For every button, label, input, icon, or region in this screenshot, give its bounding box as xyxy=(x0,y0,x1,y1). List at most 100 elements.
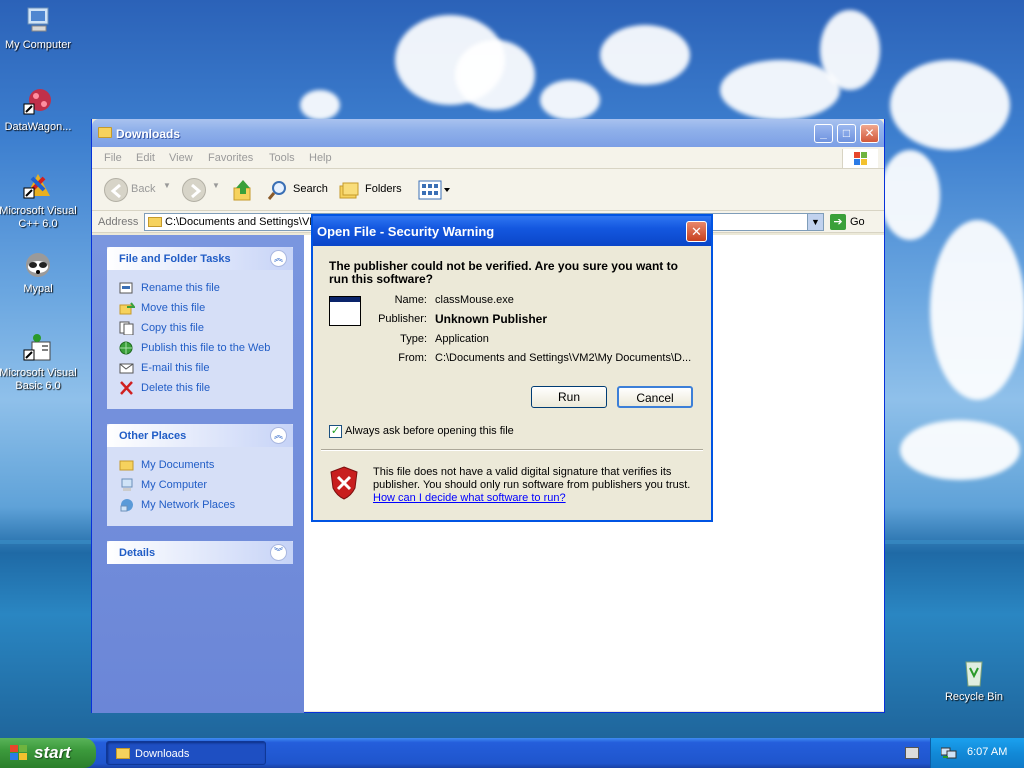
desktop-icon-visual-basic[interactable]: Microsoft Visual Basic 6.0 xyxy=(0,332,78,393)
rename-icon xyxy=(119,281,135,295)
window-title: Downloads xyxy=(116,127,181,141)
keyboard-icon[interactable] xyxy=(905,747,919,759)
start-button[interactable]: start xyxy=(0,738,96,768)
close-button[interactable]: ✕ xyxy=(860,124,879,143)
security-warning-dialog: Open File - Security Warning ✕ The publi… xyxy=(311,214,713,522)
folder-icon xyxy=(116,748,130,759)
place-my-documents[interactable]: My Documents xyxy=(119,458,214,472)
task-pane: File and Folder Tasks ︽ Rename this file… xyxy=(92,235,304,713)
desktop-icon-label: My Computer xyxy=(4,39,72,51)
menu-edit[interactable]: Edit xyxy=(136,152,155,164)
folders-button[interactable]: Folders xyxy=(365,183,402,195)
panel-title: Details xyxy=(119,547,156,559)
folder-icon xyxy=(119,458,135,472)
other-places-header[interactable]: Other Places ︽ xyxy=(107,424,293,447)
network-icon xyxy=(119,498,135,512)
address-value: C:\Documents and Settings\VM xyxy=(165,216,319,228)
computer-icon xyxy=(22,4,54,36)
menu-tools[interactable]: Tools xyxy=(269,152,295,164)
other-places-panel: Other Places ︽ My Documents My Computer … xyxy=(107,424,293,526)
go-button[interactable]: ➔ Go xyxy=(830,214,865,230)
go-label: Go xyxy=(850,215,865,228)
computer-icon xyxy=(119,478,135,492)
details-panel: Details ︾ xyxy=(107,541,293,564)
run-button[interactable]: Run xyxy=(531,386,607,408)
minimize-button[interactable]: _ xyxy=(814,124,833,143)
security-shield-icon xyxy=(329,466,359,500)
task-rename[interactable]: Rename this file xyxy=(119,281,220,295)
details-header[interactable]: Details ︾ xyxy=(107,541,293,564)
desktop-icon-mypal[interactable]: Mypal xyxy=(0,248,78,296)
folder-icon xyxy=(98,127,112,138)
search-button[interactable]: Search xyxy=(293,183,328,195)
datawagon-icon xyxy=(22,86,54,118)
desktop-icon-label: Recycle Bin xyxy=(944,691,1004,703)
menu-favorites[interactable]: Favorites xyxy=(208,152,253,164)
collapse-chevron-icon[interactable]: ︽ xyxy=(270,250,287,267)
start-label: start xyxy=(34,743,71,762)
field-from-value: C:\Documents and Settings\VM2\My Documen… xyxy=(435,352,692,364)
up-folder-icon[interactable] xyxy=(232,178,254,202)
go-arrow-icon: ➔ xyxy=(830,214,846,230)
menu-bar: File Edit View Favorites Tools Help xyxy=(92,147,884,169)
desktop-icon-recycle-bin[interactable]: Recycle Bin xyxy=(934,656,1014,704)
dialog-question: The publisher could not be verified. Are… xyxy=(329,259,678,286)
task-copy[interactable]: Copy this file xyxy=(119,321,204,336)
back-arrow-icon[interactable] xyxy=(104,178,128,202)
back-button[interactable]: Back xyxy=(131,183,155,195)
taskbar-item-label: Downloads xyxy=(135,748,190,760)
task-publish[interactable]: Publish this file to the Web xyxy=(119,341,270,355)
address-label: Address xyxy=(98,216,139,228)
globe-icon xyxy=(119,341,135,355)
help-link[interactable]: How can I decide what software to run? xyxy=(373,492,566,504)
back-dropdown-icon[interactable]: ▼ xyxy=(163,181,171,190)
desktop-icon-datawagon[interactable]: DataWagon... xyxy=(0,86,78,134)
warning-text: This file does not have a valid digital … xyxy=(373,466,691,504)
dialog-title: Open File - Security Warning xyxy=(317,224,495,239)
address-dropdown-icon[interactable]: ▼ xyxy=(807,214,823,230)
collapse-chevron-icon[interactable]: ︽ xyxy=(270,427,287,444)
application-icon xyxy=(329,296,361,326)
menu-file[interactable]: File xyxy=(104,152,122,164)
desktop-icon-my-computer[interactable]: My Computer xyxy=(0,4,78,52)
network-tray-icon[interactable] xyxy=(940,746,957,760)
explorer-titlebar[interactable]: Downloads _ □ ✕ xyxy=(92,119,884,147)
always-ask-checkbox[interactable]: ✓ xyxy=(329,425,342,438)
task-delete[interactable]: Delete this file xyxy=(119,381,210,395)
move-icon xyxy=(119,301,136,315)
dialog-titlebar[interactable]: Open File - Security Warning ✕ xyxy=(313,216,711,246)
file-folder-tasks-header[interactable]: File and Folder Tasks ︽ xyxy=(107,247,293,270)
delete-x-icon xyxy=(119,381,135,395)
visual-cpp-icon xyxy=(22,170,54,202)
task-email[interactable]: E-mail this file xyxy=(119,361,209,375)
place-my-network[interactable]: My Network Places xyxy=(119,498,235,512)
expand-chevron-icon[interactable]: ︾ xyxy=(270,544,287,561)
mypal-icon xyxy=(22,248,54,280)
always-ask-label[interactable]: Always ask before opening this file xyxy=(345,425,514,437)
field-type-value: Application xyxy=(435,333,489,345)
folder-icon xyxy=(148,217,162,227)
windows-logo-icon xyxy=(842,149,878,168)
views-icon[interactable] xyxy=(418,179,452,201)
menu-help[interactable]: Help xyxy=(309,152,332,164)
desktop-icon-label: DataWagon... xyxy=(4,121,72,133)
desktop-icon-label: Mypal xyxy=(23,283,53,295)
desktop-icon-visual-cpp[interactable]: Microsoft Visual C++ 6.0 xyxy=(0,170,78,231)
forward-dropdown-icon[interactable]: ▼ xyxy=(212,181,220,190)
forward-arrow-icon[interactable] xyxy=(182,178,206,202)
toolbar: Back ▼ ▼ Search Folders xyxy=(92,169,884,211)
menu-view[interactable]: View xyxy=(169,152,193,164)
cancel-button[interactable]: Cancel xyxy=(617,386,693,408)
panel-title: Other Places xyxy=(119,430,187,442)
dialog-close-button[interactable]: ✕ xyxy=(686,221,707,242)
recycle-bin-icon xyxy=(958,656,990,688)
task-move[interactable]: Move this file xyxy=(119,301,205,315)
taskbar: start Downloads 6:07 AM xyxy=(0,738,1024,768)
maximize-button[interactable]: □ xyxy=(837,124,856,143)
place-my-computer[interactable]: My Computer xyxy=(119,478,207,492)
desktop-icon-label: Microsoft Visual C++ 6.0 xyxy=(0,205,77,230)
panel-title: File and Folder Tasks xyxy=(119,253,231,265)
taskbar-item-downloads[interactable]: Downloads xyxy=(106,741,266,765)
search-icon xyxy=(267,179,289,201)
file-folder-tasks-panel: File and Folder Tasks ︽ Rename this file… xyxy=(107,247,293,409)
